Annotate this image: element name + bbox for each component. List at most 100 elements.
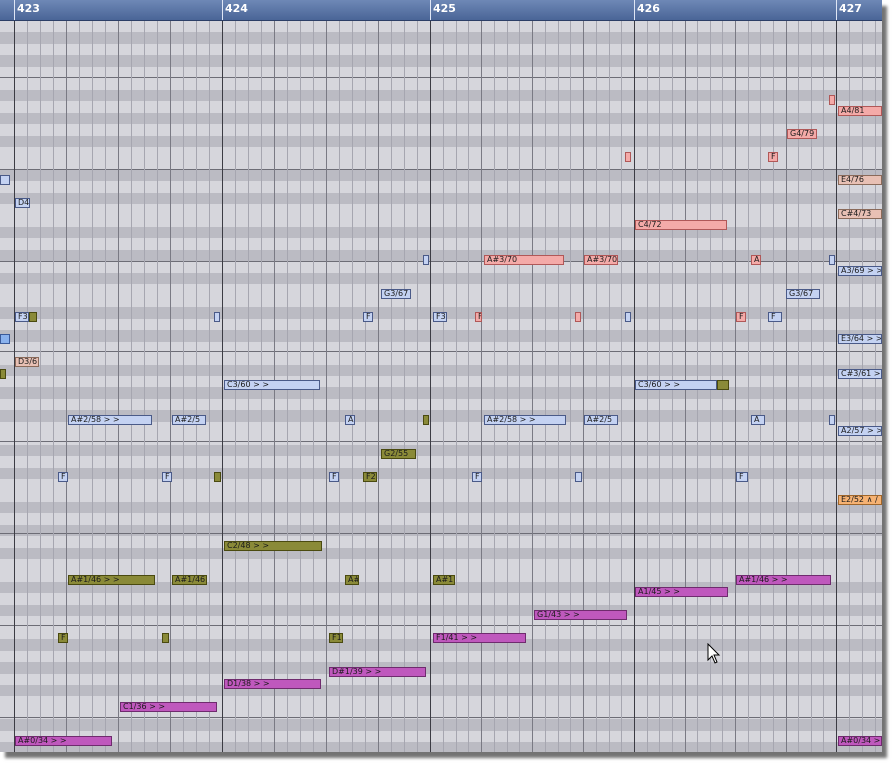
midi-note[interactable]: C4/72	[635, 220, 727, 230]
bar-tick	[14, 0, 15, 20]
pitch-row	[0, 730, 882, 743]
midi-note[interactable]: A#3/70	[584, 255, 618, 265]
bar-ruler[interactable]: 423 424 425 426 427	[0, 0, 882, 21]
midi-note[interactable]: A#2/5	[172, 415, 206, 425]
midi-note[interactable]: G1/43 > >	[534, 610, 627, 620]
midi-note[interactable]	[29, 312, 37, 322]
midi-note[interactable]	[829, 255, 835, 265]
grid-line	[365, 21, 366, 752]
midi-note[interactable]: A#1/46 > >	[736, 575, 831, 585]
midi-note[interactable]	[162, 633, 169, 643]
grid-line	[170, 21, 171, 752]
pitch-row	[0, 673, 882, 686]
midi-note[interactable]: C1/36 > >	[120, 702, 217, 712]
midi-note[interactable]: F	[472, 472, 482, 482]
midi-note[interactable]: D1/38 > >	[224, 679, 321, 689]
pitch-row	[0, 490, 882, 502]
pitch-row	[0, 364, 882, 376]
pitch-row	[0, 593, 882, 605]
grid-line	[222, 21, 223, 752]
grid-line	[352, 21, 353, 752]
midi-note[interactable]	[625, 152, 631, 162]
midi-note[interactable]: F	[475, 312, 482, 322]
midi-note[interactable]: G3/67	[381, 289, 411, 299]
midi-note[interactable]: G4/79	[787, 129, 817, 139]
midi-note[interactable]: A1/45 > >	[635, 587, 728, 597]
midi-note[interactable]: A	[751, 255, 761, 265]
midi-note[interactable]: A#0/34 > >	[15, 736, 112, 746]
midi-note[interactable]: F1/41 > >	[433, 633, 526, 643]
grid-line	[378, 21, 379, 752]
bar-tick	[430, 0, 431, 20]
note-grid[interactable]: A4/81 G4/79 F E4/76 D4 C#4/73 C4/72 A#3/…	[0, 21, 882, 752]
midi-note[interactable]: F	[768, 152, 778, 162]
midi-note[interactable]: D#1/39 > >	[329, 667, 426, 677]
pitch-row	[0, 433, 882, 445]
midi-note[interactable]: A	[345, 415, 355, 425]
pitch-row	[0, 89, 882, 102]
midi-note[interactable]: E2/52 ∧ ∕	[838, 495, 882, 505]
midi-note[interactable]: E3/64 > >	[838, 334, 882, 344]
octave-line	[0, 261, 882, 262]
grid-line	[836, 21, 837, 752]
midi-note[interactable]: A#0/34 > >	[838, 736, 882, 746]
midi-note[interactable]: F	[736, 472, 748, 482]
pitch-row	[0, 78, 882, 90]
grid-line	[621, 21, 623, 752]
midi-note[interactable]	[829, 95, 835, 105]
midi-note[interactable]	[575, 472, 582, 482]
grid-line	[14, 21, 15, 752]
midi-note[interactable]: A#2/58 > >	[484, 415, 566, 425]
octave-line	[0, 351, 882, 352]
midi-note[interactable]	[0, 369, 6, 379]
midi-note[interactable]	[423, 255, 429, 265]
midi-note[interactable]	[829, 415, 835, 425]
midi-note[interactable]	[0, 334, 10, 344]
midi-note[interactable]: F1	[329, 633, 343, 643]
midi-note[interactable]	[214, 312, 220, 322]
midi-note[interactable]	[625, 312, 631, 322]
midi-note[interactable]: C2/48 > >	[224, 541, 322, 551]
midi-note[interactable]: C#3/61 > >	[838, 369, 882, 379]
midi-note[interactable]: D3/6	[15, 357, 39, 367]
midi-note[interactable]: C3/60 > >	[224, 380, 320, 390]
midi-note[interactable]: G3/67	[786, 289, 820, 299]
midi-note[interactable]: A#1	[433, 575, 455, 585]
pitch-row	[0, 284, 882, 296]
midi-note[interactable]: F	[162, 472, 172, 482]
midi-note[interactable]: F3	[433, 312, 447, 322]
grid-line	[196, 21, 197, 752]
midi-note[interactable]	[0, 175, 10, 185]
midi-note[interactable]: E4/76	[838, 175, 882, 185]
grid-line	[131, 21, 132, 752]
grid-line	[544, 21, 546, 752]
midi-note[interactable]: F	[329, 472, 339, 482]
midi-note[interactable]: F3	[15, 312, 29, 322]
midi-note[interactable]	[717, 380, 729, 390]
midi-note[interactable]: A	[751, 415, 765, 425]
midi-note[interactable]: F	[768, 312, 782, 322]
midi-note[interactable]	[575, 312, 581, 322]
midi-note[interactable]: A3/69 > >	[838, 266, 882, 276]
grid-line	[391, 21, 392, 752]
midi-note[interactable]: F	[58, 472, 68, 482]
midi-note[interactable]: A#2/5	[584, 415, 618, 425]
midi-note[interactable]	[423, 415, 429, 425]
midi-note[interactable]: A#3/70	[484, 255, 564, 265]
midi-note[interactable]: F	[58, 633, 68, 643]
midi-note[interactable]: A#	[345, 575, 359, 585]
midi-note[interactable]: D4	[15, 198, 30, 208]
midi-note[interactable]: A#2/58 > >	[68, 415, 152, 425]
midi-note[interactable]: C#4/73	[838, 209, 882, 219]
midi-note[interactable]: F2	[363, 472, 377, 482]
midi-note[interactable]: A#1/46 > >	[68, 575, 155, 585]
midi-note[interactable]: C3/60 > >	[635, 380, 717, 390]
grid-line	[747, 21, 749, 752]
midi-note[interactable]: A4/81	[838, 106, 882, 116]
midi-note[interactable]	[214, 472, 221, 482]
midi-note[interactable]: G2/55	[381, 449, 416, 459]
midi-note[interactable]: A2/57 > >	[838, 426, 882, 436]
midi-note[interactable]: A#1/46	[172, 575, 207, 585]
midi-note[interactable]: F	[363, 312, 373, 322]
midi-note[interactable]: F	[736, 312, 746, 322]
